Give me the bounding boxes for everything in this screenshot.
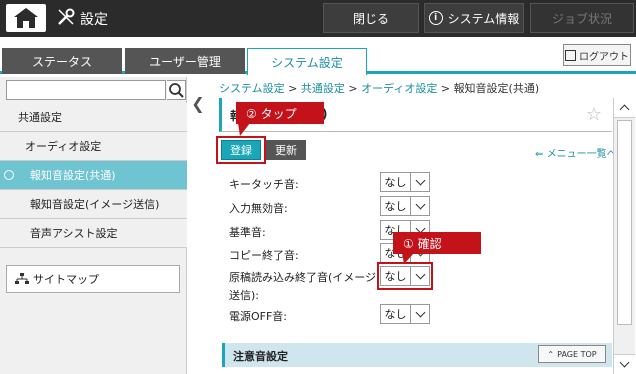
- setting-label-scan-end: 原稿読み込み終了音(イメージ: [229, 271, 377, 284]
- sitemap-label: サイトマップ: [33, 273, 99, 286]
- close-button[interactable]: 閉じる: [323, 3, 419, 33]
- tab-user-management[interactable]: ユーザー管理: [125, 48, 245, 74]
- sidebar-item-voice-assist[interactable]: 音声アシスト設定: [0, 219, 187, 248]
- select-value: なし: [381, 173, 411, 191]
- page-top-button[interactable]: ⌃ PAGE TOP: [538, 345, 606, 363]
- breadcrumb-separator: >: [440, 82, 451, 95]
- breadcrumb: システム設定 > 共通設定 > オーディオ設定 > 報知音設定(共通): [219, 80, 539, 96]
- search-input[interactable]: [6, 80, 166, 100]
- callout-confirm-tail: [402, 253, 414, 264]
- sidebar: 共通設定 オーディオ設定 報知音設定(共通) 報知音設定(イメージ送信) 音声ア…: [0, 77, 187, 374]
- callout-confirm-label: ① 確認: [403, 236, 442, 251]
- home-icon: [14, 8, 38, 28]
- search-button[interactable]: [167, 80, 186, 100]
- breadcrumb-link-audio-settings[interactable]: オーディオ設定: [361, 82, 437, 95]
- section-title: 注意音設定: [233, 350, 288, 363]
- logout-label: ログアウト: [579, 51, 629, 63]
- job-status-button[interactable]: ジョブ状況: [530, 3, 634, 33]
- sitemap-button[interactable]: サイトマップ: [6, 265, 180, 293]
- arrow-circle-icon: [4, 170, 14, 180]
- close-label: 閉じる: [352, 11, 389, 26]
- setting-label-scan-end-2: 送信):: [229, 289, 259, 302]
- info-icon: i: [428, 11, 443, 25]
- chevron-down-icon: [415, 175, 425, 185]
- search-icon: [169, 83, 184, 98]
- tab-status[interactable]: ステータス: [2, 48, 122, 74]
- chevron-down-icon: [415, 307, 425, 317]
- setting-label-reference: 基準音:: [229, 226, 266, 239]
- top-bar: 設定 閉じる i システム情報 ジョブ状況: [0, 0, 636, 37]
- collapse-sidebar-button[interactable]: ❮: [188, 88, 208, 118]
- sidebar-item-label: 報知音設定(イメージ送信): [30, 198, 160, 211]
- sitemap-icon: [15, 273, 29, 284]
- sidebar-item-notification-common[interactable]: 報知音設定(共通): [0, 161, 187, 190]
- scrollbar[interactable]: [613, 98, 635, 374]
- highlight-register: [216, 136, 266, 164]
- sidebar-item-notification-image-send[interactable]: 報知音設定(イメージ送信): [0, 190, 187, 219]
- scroll-up-button[interactable]: [614, 98, 635, 118]
- highlight-scan-end: [377, 262, 433, 290]
- chevron-down-icon: [619, 357, 630, 368]
- setting-label-invalid-input: 入力無効音:: [229, 202, 288, 215]
- setting-label-copy-end: コピー終了音:: [229, 249, 299, 262]
- callout-confirm: ① 確認: [393, 232, 481, 254]
- logout-button[interactable]: ログアウト: [563, 44, 631, 66]
- menu-list-link[interactable]: ⇐ メニュー一覧へ: [535, 145, 617, 160]
- breadcrumb-separator: >: [288, 82, 298, 95]
- select-value: なし: [381, 197, 411, 215]
- callout-tap-tail: [238, 123, 250, 136]
- breadcrumb-link-system-settings[interactable]: システム設定: [219, 82, 285, 95]
- update-label: 更新: [275, 144, 297, 157]
- select-key-touch[interactable]: なし: [380, 172, 430, 192]
- menu-list-label: メニュー一覧へ: [546, 149, 617, 160]
- job-status-label: ジョブ状況: [551, 11, 612, 26]
- update-button[interactable]: 更新: [266, 140, 306, 160]
- logout-icon: [565, 49, 576, 61]
- system-info-button[interactable]: i システム情報: [424, 3, 524, 33]
- callout-tap: ② タップ: [236, 102, 324, 124]
- breadcrumb-current: 報知音設定(共通): [453, 82, 540, 95]
- breadcrumb-link-common-settings[interactable]: 共通設定: [301, 82, 345, 95]
- page-title: 設定: [80, 12, 108, 28]
- chevron-up-icon: [619, 104, 630, 115]
- select-invalid-input[interactable]: なし: [380, 196, 430, 216]
- sidebar-item-label: 報知音設定(共通): [30, 169, 116, 182]
- page-top-label: PAGE TOP: [557, 349, 597, 359]
- setting-label-key-touch: キータッチ音:: [229, 178, 299, 191]
- tab-system-settings[interactable]: システム設定: [247, 48, 367, 75]
- tab-user-management-label: ユーザー管理: [149, 54, 221, 69]
- system-info-label: システム情報: [447, 11, 520, 26]
- scroll-thumb[interactable]: [617, 120, 632, 325]
- chevron-left-icon: ❮: [191, 93, 205, 113]
- tab-status-label: ステータス: [31, 54, 92, 69]
- menu-icon: ⇐: [535, 149, 544, 160]
- setting-label-power-off: 電源OFF音:: [229, 310, 288, 323]
- select-value: なし: [381, 305, 411, 323]
- sidebar-item-audio-settings[interactable]: オーディオ設定: [0, 132, 187, 161]
- favorite-star-icon[interactable]: ☆: [586, 104, 602, 125]
- tab-row: ステータス ユーザー管理 システム設定 ログアウト: [0, 37, 636, 75]
- select-power-off[interactable]: なし: [380, 304, 430, 324]
- tab-system-settings-label: システム設定: [271, 55, 343, 70]
- wrench-icon: [58, 8, 75, 25]
- sidebar-item-label: 共通設定: [18, 111, 62, 124]
- scroll-down-button[interactable]: [614, 354, 635, 374]
- sidebar-item-label: 音声アシスト設定: [30, 227, 118, 240]
- breadcrumb-separator: >: [348, 82, 358, 95]
- sidebar-item-label: オーディオ設定: [25, 140, 102, 153]
- caret-up-icon: ⌃: [547, 349, 555, 359]
- chevron-down-icon: [415, 199, 425, 209]
- callout-tap-label: ② タップ: [246, 106, 297, 121]
- home-button[interactable]: [6, 4, 46, 32]
- sidebar-item-common-settings[interactable]: 共通設定: [0, 103, 187, 132]
